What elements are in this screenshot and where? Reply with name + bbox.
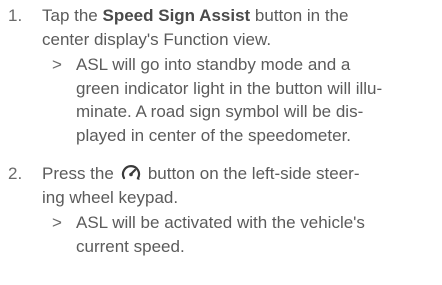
- result-line: green indicator light in the button will…: [76, 78, 383, 98]
- instruction-line: Tap the Speed Sign Assist button in the: [42, 4, 442, 28]
- step-instruction: Tap the Speed Sign Assist button in the …: [42, 4, 442, 51]
- result-line: minate. A road sign symbol will be dis-: [76, 102, 364, 121]
- result-line: current speed.: [76, 236, 185, 256]
- result-line: ASL will go into standby mode and a: [76, 55, 351, 74]
- step-result: > ASL will go into standby mode and a gr…: [52, 53, 442, 147]
- instruction-page: 1. Tap the Speed Sign Assist button in t…: [0, 0, 442, 285]
- instruction-suffix: button in the: [250, 6, 349, 25]
- result-marker: >: [52, 55, 62, 74]
- step-body: Tap the Speed Sign Assist button in the …: [42, 4, 442, 147]
- instruction-line: center display's Function view.: [42, 29, 272, 49]
- result-line: played in center of the speedometer.: [76, 125, 352, 145]
- function-name: Speed Sign Assist: [102, 6, 251, 25]
- step-instruction: Press the button on the left-side steer- …: [42, 162, 442, 209]
- instruction-line: Press the button on the left-side steer-: [42, 162, 442, 186]
- step-body: Press the button on the left-side steer- …: [42, 162, 442, 258]
- result-line: ASL will be activated with the vehicle's: [76, 213, 365, 232]
- step-result: > ASL will be activated with the vehicle…: [52, 211, 442, 258]
- instruction-prefix: Tap the: [42, 6, 103, 25]
- instruction-suffix: button on the left-side steer-: [147, 164, 360, 183]
- speedometer-arrow-icon: [120, 164, 142, 182]
- step-number: 2.: [8, 164, 23, 183]
- instruction-prefix: Press the: [42, 164, 114, 183]
- result-marker: >: [52, 213, 62, 232]
- step-number: 1.: [8, 6, 23, 25]
- instruction-line: ing wheel keypad.: [42, 187, 179, 207]
